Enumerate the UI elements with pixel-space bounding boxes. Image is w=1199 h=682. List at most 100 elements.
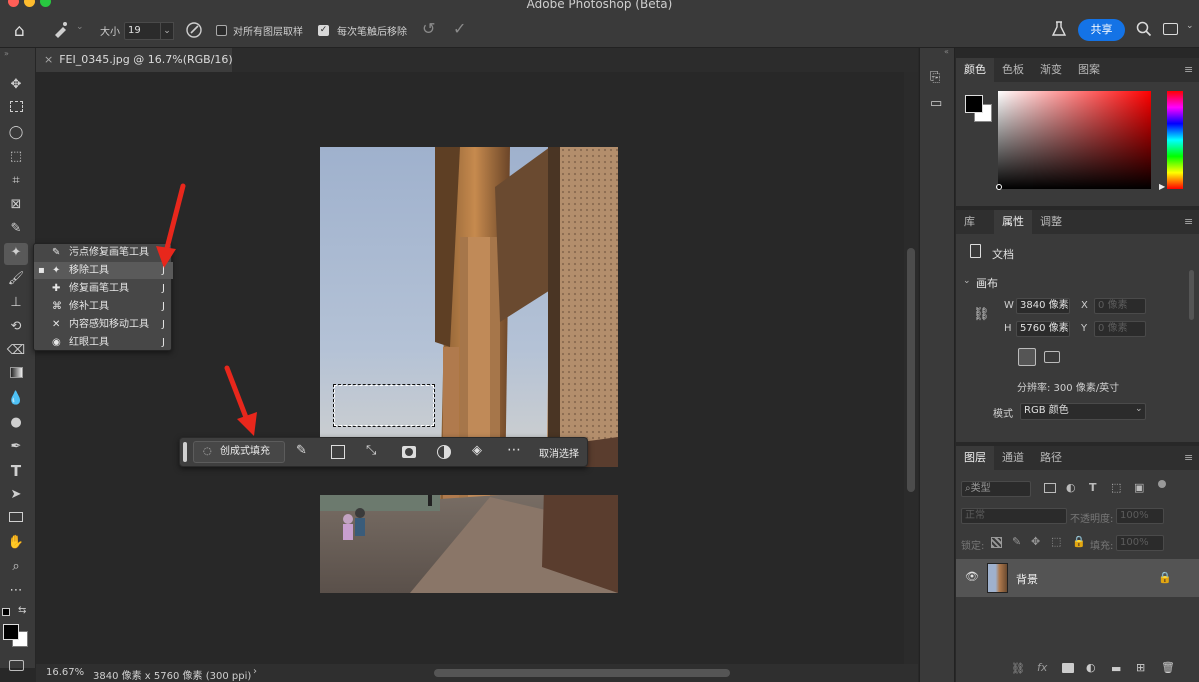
- filter-toggle-icon[interactable]: [1158, 480, 1166, 488]
- remove-tool-menu-item[interactable]: ▪ ✦ 移除工具 J: [34, 262, 173, 279]
- clone-stamp-tool-icon[interactable]: ⊥: [6, 293, 26, 313]
- color-field-picker[interactable]: [996, 184, 1002, 190]
- tab-libraries[interactable]: 库: [956, 210, 983, 234]
- edit-toolbar-icon[interactable]: ⋯: [6, 581, 26, 601]
- tab-swatches[interactable]: 色板: [994, 58, 1032, 82]
- delete-layer-icon[interactable]: 🗑: [1161, 661, 1175, 674]
- quick-mask-icon[interactable]: [9, 660, 24, 671]
- close-tab-icon[interactable]: ×: [44, 53, 53, 66]
- workspace-chevron-icon[interactable]: ⌄: [1186, 21, 1194, 31]
- eyedropper-tool-icon[interactable]: ✎: [6, 219, 26, 239]
- selection-marquee[interactable]: [333, 384, 435, 427]
- link-layers-icon[interactable]: ⛓: [1011, 662, 1025, 675]
- lock-all-icon[interactable]: 🔒: [1072, 535, 1086, 548]
- flask-icon[interactable]: [1050, 20, 1068, 41]
- gradient-tool-icon[interactable]: [6, 365, 26, 385]
- lock-image-icon[interactable]: ✎: [1012, 535, 1021, 548]
- mode-select[interactable]: RGB 颜色: [1020, 403, 1146, 420]
- hue-slider-marker-icon[interactable]: ▶: [1159, 182, 1165, 191]
- preset-dropdown-chevron-icon[interactable]: ⌄: [76, 22, 84, 32]
- dodge-tool-icon[interactable]: ●: [6, 413, 26, 433]
- lock-transparent-icon[interactable]: [991, 537, 1002, 548]
- remove-tool-icon[interactable]: ✦: [4, 243, 28, 265]
- home-icon[interactable]: ⌂: [14, 21, 25, 41]
- landscape-orientation-button[interactable]: [1044, 351, 1060, 363]
- transform-selection-icon[interactable]: [331, 445, 345, 459]
- zoom-tool-icon[interactable]: ⌕: [6, 557, 26, 577]
- marquee-tool-icon[interactable]: [6, 99, 26, 119]
- sample-all-layers-checkbox[interactable]: [216, 25, 227, 36]
- patch-tool-menu-item[interactable]: ⌘ 修补工具 J: [34, 298, 173, 315]
- canvas-section-toggle-icon[interactable]: ⌄: [963, 276, 971, 286]
- tab-layers[interactable]: 图层: [956, 446, 994, 470]
- hand-tool-icon[interactable]: ✋: [6, 533, 26, 553]
- hue-slider[interactable]: [1167, 91, 1183, 189]
- zoom-level[interactable]: 16.67%: [46, 667, 84, 678]
- more-options-icon[interactable]: ⋯: [507, 442, 521, 458]
- default-colors-icon[interactable]: [2, 608, 10, 616]
- blur-tool-icon[interactable]: 💧: [6, 389, 26, 409]
- collapse-toolbar-icon[interactable]: »: [4, 49, 9, 58]
- filter-pixel-icon[interactable]: [1044, 483, 1056, 493]
- frame-tool-icon[interactable]: ⊠: [6, 195, 26, 215]
- filter-shape-icon[interactable]: ⬚: [1111, 481, 1121, 494]
- spot-healing-brush-menu-item[interactable]: ✎ 污点修复画笔工具 J: [34, 244, 173, 261]
- portrait-orientation-button[interactable]: [1018, 348, 1036, 366]
- layer-name[interactable]: 背景: [1016, 571, 1038, 587]
- content-aware-move-menu-item[interactable]: ✕ 内容感知移动工具 J: [34, 316, 173, 333]
- drag-handle[interactable]: [183, 442, 187, 462]
- layers-menu-icon[interactable]: ≡: [1184, 451, 1193, 464]
- doc-info-chevron-icon[interactable]: ›: [253, 666, 257, 677]
- pen-tool-icon[interactable]: ✒: [6, 437, 26, 457]
- width-input[interactable]: 3840 像素: [1016, 298, 1070, 314]
- history-brush-tool-icon[interactable]: ⟲: [6, 317, 26, 337]
- vertical-scroll-thumb[interactable]: [907, 248, 915, 492]
- new-adjustment-layer-icon[interactable]: ◐: [1086, 661, 1096, 674]
- mask-icon[interactable]: [402, 446, 416, 458]
- eraser-tool-icon[interactable]: ⌫: [6, 341, 26, 361]
- collapse-panels-icon[interactable]: «: [944, 47, 949, 56]
- mode-select-chevron-icon[interactable]: ⌄: [1135, 404, 1143, 414]
- size-dropdown-button[interactable]: ⌄: [160, 22, 174, 40]
- filter-smart-object-icon[interactable]: ▣: [1134, 481, 1144, 494]
- filter-type-icon[interactable]: T: [1089, 481, 1097, 494]
- panel-fg-color-swatch[interactable]: [965, 95, 983, 113]
- undo-stroke-icon[interactable]: ↺: [422, 19, 435, 38]
- rectangle-tool-icon[interactable]: [6, 509, 26, 529]
- add-mask-icon[interactable]: [1062, 663, 1074, 673]
- foreground-color-swatch[interactable]: [3, 624, 19, 640]
- panel-menu-icon[interactable]: ≡: [1184, 63, 1193, 76]
- pressure-size-icon[interactable]: [185, 21, 203, 42]
- document-info[interactable]: 3840 像素 x 5760 像素 (300 ppi): [93, 667, 251, 682]
- share-button[interactable]: 共享: [1078, 19, 1125, 41]
- move-tool-icon[interactable]: ✥: [6, 75, 26, 95]
- tab-paths[interactable]: 路径: [1032, 446, 1070, 470]
- blend-mode-select[interactable]: 正常: [961, 508, 1067, 524]
- document-tab[interactable]: × FEI_0345.jpg @ 16.7%(RGB/16): [36, 48, 233, 72]
- lasso-tool-icon[interactable]: ◯: [6, 123, 26, 143]
- lock-artboard-icon[interactable]: ⬚: [1051, 535, 1061, 548]
- red-eye-tool-menu-item[interactable]: ◉ 红眼工具 J: [34, 334, 173, 351]
- y-input[interactable]: 0 像素: [1094, 321, 1146, 337]
- document-image[interactable]: [320, 147, 618, 593]
- history-panel-icon[interactable]: ⎘: [930, 70, 940, 85]
- tab-gradients[interactable]: 渐变: [1032, 58, 1070, 82]
- deselect-button[interactable]: 取消选择: [539, 445, 579, 460]
- height-input[interactable]: 5760 像素: [1016, 321, 1070, 337]
- fill-input[interactable]: 100%: [1116, 535, 1164, 551]
- tab-properties[interactable]: 属性: [994, 210, 1032, 234]
- vertical-scrollbar[interactable]: [904, 72, 918, 664]
- properties-scrollbar[interactable]: [1189, 270, 1194, 320]
- new-group-icon[interactable]: ▬: [1111, 662, 1121, 675]
- color-field[interactable]: [998, 91, 1151, 189]
- apply-checkmark-icon[interactable]: ✓: [453, 19, 466, 38]
- layer-effects-icon[interactable]: fx: [1037, 661, 1047, 674]
- opacity-input[interactable]: 100%: [1116, 508, 1164, 524]
- search-icon[interactable]: [1136, 21, 1152, 40]
- x-input[interactable]: 0 像素: [1094, 298, 1146, 314]
- workspace-icon[interactable]: [1163, 23, 1178, 35]
- brush-tool-icon[interactable]: 🖌: [6, 269, 26, 289]
- visibility-eye-icon[interactable]: 👁: [965, 570, 979, 583]
- layer-filter-select[interactable]: ⌕类型: [961, 481, 1031, 497]
- type-tool-icon[interactable]: T: [6, 461, 26, 481]
